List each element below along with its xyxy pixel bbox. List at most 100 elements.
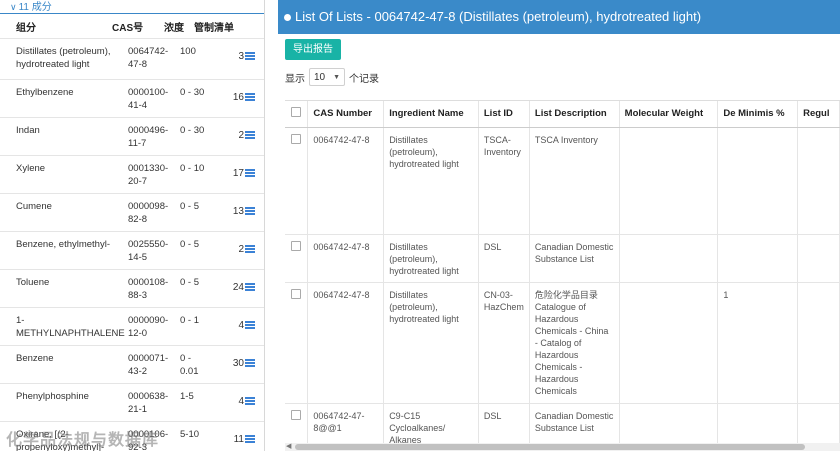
ingredient-row[interactable]: Phenylphosphine 0000638-21-1 1-5 4 — [0, 383, 264, 421]
regulatory-list-link[interactable]: 13 — [210, 194, 255, 231]
row-checkbox[interactable] — [291, 133, 302, 144]
ingredient-row[interactable]: Ethylbenzene 0000100-41-4 0 - 30 16 — [0, 79, 264, 117]
cell-list-description: 危险化学品目录 Catalogue of Hazardous Chemicals… — [529, 282, 620, 404]
cell-molecular-weight — [619, 234, 719, 283]
col-ingredient-name[interactable]: Ingredient Name — [383, 101, 479, 128]
chevron-down-icon: ∨ — [10, 2, 17, 12]
regulatory-list-count: 11 — [233, 434, 244, 445]
row-checkbox[interactable] — [291, 240, 302, 251]
regulatory-list-count: 4 — [238, 320, 244, 331]
col-concentration: 浓度 — [164, 22, 184, 34]
col-cas-number[interactable]: CAS Number — [307, 101, 385, 128]
export-report-button[interactable]: 导出报告 — [285, 39, 341, 60]
ingredients-count: 11 成分 — [18, 2, 52, 13]
ingredient-cas: 0000100-41-4 — [128, 87, 169, 111]
regulatory-list-count: 16 — [232, 92, 244, 103]
scroll-left-arrow-icon[interactable]: ◀ — [286, 442, 291, 450]
col-list-id[interactable]: List ID — [478, 101, 530, 128]
cell-list-id: DSL — [478, 403, 530, 444]
table-row[interactable]: 0064742-47-8 Distillates (petroleum), hyd… — [285, 282, 840, 404]
regulatory-list-link[interactable]: 16 — [210, 80, 255, 117]
cell-regulation — [797, 282, 840, 404]
col-component: 组分 — [16, 22, 36, 34]
regulatory-list-link[interactable]: 24 — [210, 270, 255, 307]
regulatory-list-link[interactable]: 2 — [210, 232, 255, 269]
regulatory-list-link[interactable]: 2 — [210, 118, 255, 155]
cell-de-minimis — [717, 403, 799, 444]
row-checkbox-cell — [285, 234, 309, 283]
panel-title-bar: List Of Lists - 0064742-47-8 (Distillate… — [278, 0, 840, 34]
regulatory-list-count: 2 — [238, 244, 244, 255]
list-icon — [245, 169, 255, 178]
ingredient-row[interactable]: Indan 0000496-11-7 0 - 30 2 — [0, 117, 264, 155]
regulatory-list-link[interactable]: 4 — [210, 308, 255, 345]
col-list-description[interactable]: List Description — [529, 101, 620, 128]
horizontal-scrollbar[interactable]: ◀ — [285, 443, 840, 451]
table-row[interactable]: 0064742-47-8 Distillates (petroleum), hyd… — [285, 234, 840, 283]
ingredient-row[interactable]: Toluene 0000108-88-3 0 - 5 24 — [0, 269, 264, 307]
regulatory-list-link[interactable]: 4 — [210, 384, 255, 421]
row-checkbox[interactable] — [291, 288, 302, 299]
regulatory-list-count: 4 — [238, 396, 244, 407]
panel-title: List Of Lists - 0064742-47-8 (Distillate… — [295, 9, 702, 24]
cell-cas-number: 0064742-47-8 — [307, 282, 385, 404]
row-checkbox[interactable] — [291, 409, 302, 420]
regulatory-list-count: 30 — [232, 358, 244, 369]
ingredient-row[interactable]: Xylene 0001330-20-7 0 - 10 17 — [0, 155, 264, 193]
ingredient-cas: 0000090-12-0 — [128, 315, 169, 339]
regulatory-list-count: 2 — [238, 130, 244, 141]
cell-de-minimis — [717, 127, 799, 235]
col-molecular-weight[interactable]: Molecular Weight — [619, 101, 719, 128]
cell-molecular-weight — [619, 282, 719, 404]
length-prefix: 显示 — [285, 73, 305, 85]
ingredient-concentration: 0 - 0.01 — [180, 353, 199, 377]
ingredient-name: Benzene — [16, 353, 54, 364]
table-row[interactable]: 0064742-47-8@@1 C9-C15 Cycloalkanes/ Alka… — [285, 403, 840, 444]
cell-ingredient-name: Distillates (petroleum), hydrotreated li… — [383, 234, 479, 283]
scrollbar-thumb[interactable] — [295, 444, 805, 450]
regulatory-list-link[interactable]: 17 — [210, 156, 255, 193]
cell-molecular-weight — [619, 127, 719, 235]
list-icon — [245, 93, 255, 102]
cell-regulation — [797, 234, 840, 283]
ingredient-name: Toluene — [16, 277, 50, 288]
row-checkbox-cell — [285, 282, 309, 404]
cell-list-id: TSCA-Inventory — [478, 127, 530, 235]
ingredient-concentration: 0 - 30 — [180, 87, 205, 98]
ingredient-concentration: 0 - 5 — [180, 201, 200, 212]
cell-ingredient-name: Distillates (petroleum), hydrotreated li… — [383, 282, 479, 404]
ingredient-row[interactable]: Cumene 0000098-82-8 0 - 5 13 — [0, 193, 264, 231]
row-checkbox-cell — [285, 127, 309, 235]
length-suffix: 个记录 — [349, 73, 379, 85]
regulatory-list-link[interactable]: 3 — [210, 39, 255, 79]
ingredients-list: Distillates (petroleum), hydrotreated li… — [0, 38, 264, 451]
list-icon — [245, 435, 255, 444]
ingredient-concentration: 5-10 — [180, 429, 200, 440]
table-row[interactable]: 0064742-47-8 Distillates (petroleum), hyd… — [285, 127, 840, 235]
col-regulation[interactable]: Regul — [797, 101, 840, 128]
ingredient-row[interactable]: 1-METHYLNAPHTHALENE 0000090-12-0 0 - 1 4 — [0, 307, 264, 345]
col-regulatory-lists: 管制清单 — [194, 22, 234, 34]
list-icon — [245, 207, 255, 216]
regulatory-list-count: 24 — [232, 282, 244, 293]
regulatory-list-link[interactable]: 30 — [210, 346, 255, 383]
ingredient-name: Xylene — [16, 163, 46, 174]
ingredient-row[interactable]: Benzene, ethylmethyl- 0025550-14-5 0 - 5 2 — [0, 231, 264, 269]
cell-list-description: Canadian Domestic Substance List — [529, 234, 620, 283]
regulatory-list-count: 17 — [232, 168, 244, 179]
page-length-select[interactable]: 10 ▼ — [309, 68, 345, 86]
bullet-icon — [284, 14, 291, 22]
cell-list-description: Canadian Domestic Substance List — [529, 403, 620, 444]
ingredient-row[interactable]: Distillates (petroleum), hydrotreated li… — [0, 38, 264, 79]
ingredient-cas: 0000108-88-3 — [128, 277, 169, 301]
col-de-minimis[interactable]: De Minimis % — [717, 101, 799, 128]
select-all-checkbox[interactable] — [291, 107, 302, 118]
ingredient-name: Indan — [16, 125, 40, 136]
ingredient-cas: 0001330-20-7 — [128, 163, 169, 187]
ingredient-concentration: 100 — [180, 46, 196, 57]
ingredient-row[interactable]: Benzene 0000071-43-2 0 - 0.01 30 — [0, 345, 264, 383]
cell-de-minimis: 1 — [717, 282, 799, 404]
dropdown-arrow-icon: ▼ — [333, 73, 340, 81]
regulatory-list-link[interactable]: 11 — [210, 422, 255, 451]
ingredients-toggle[interactable]: ∨ 11 成分 — [0, 0, 264, 14]
